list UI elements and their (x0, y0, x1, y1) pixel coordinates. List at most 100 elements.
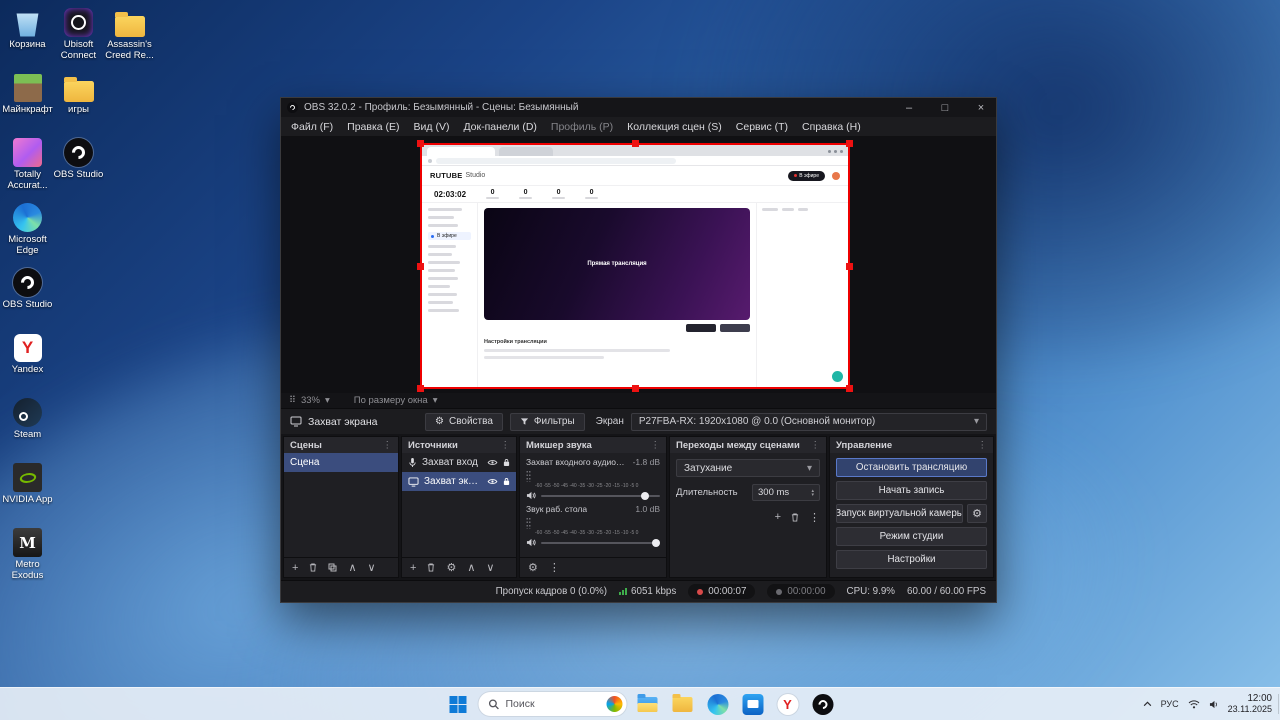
dock-menu-icon[interactable]: ⋮ (651, 440, 661, 451)
virtual-camera-settings-button[interactable]: ⚙ (967, 504, 987, 523)
filters-button[interactable]: Фильтры (510, 413, 585, 431)
taskbar-icon-edge[interactable] (704, 690, 732, 718)
resize-handle[interactable] (417, 385, 424, 392)
taskbar-icon-folder[interactable] (669, 690, 697, 718)
speaker-icon[interactable] (526, 538, 536, 547)
menu-scene-collection[interactable]: Коллекция сцен (S) (620, 121, 729, 133)
language-indicator[interactable]: РУС (1161, 699, 1179, 709)
properties-button[interactable]: ⚙ Свойства (425, 413, 503, 431)
menu-docks[interactable]: Док-панели (D) (456, 121, 543, 133)
controls-dock-header[interactable]: Управление ⋮ (830, 437, 993, 453)
volume-knob[interactable] (641, 492, 649, 500)
desktop-icon-steam[interactable]: Steam (2, 397, 53, 462)
add-source-button[interactable]: + (410, 562, 416, 574)
menu-help[interactable]: Справка (H) (795, 121, 868, 133)
source-item-audio[interactable]: Захват вход (402, 453, 516, 472)
source-down-button[interactable]: ∨ (486, 561, 494, 574)
scenes-dock-header[interactable]: Сцены ⋮ (284, 437, 398, 453)
dock-menu-icon[interactable]: ⋮ (811, 440, 821, 451)
source-up-button[interactable]: ∧ (467, 561, 475, 574)
zoom-level[interactable]: 33% (301, 395, 320, 406)
selected-source[interactable]: Захват экрана (290, 416, 418, 428)
sources-dock-header[interactable]: Источники ⋮ (402, 437, 516, 453)
start-button[interactable] (444, 690, 472, 718)
desktop-icon-yandex[interactable]: YYandex (2, 332, 53, 397)
source-item-display[interactable]: Захват экран (402, 472, 516, 491)
volume-slider[interactable] (541, 495, 660, 497)
close-button[interactable]: × (966, 98, 996, 117)
speaker-icon[interactable] (526, 491, 536, 500)
tray-chevron-up-icon[interactable] (1143, 701, 1152, 707)
volume-icon[interactable] (1209, 700, 1219, 709)
volume-slider[interactable] (541, 542, 660, 544)
visibility-icon[interactable] (487, 478, 498, 485)
scene-up-button[interactable]: ∧ (348, 561, 356, 574)
settings-button[interactable]: Настройки (836, 550, 987, 569)
duplicate-scene-button[interactable] (328, 563, 337, 572)
taskbar-icon-store[interactable] (739, 690, 767, 718)
source-properties-button[interactable]: ⚙ (446, 561, 456, 574)
menu-view[interactable]: Вид (V) (407, 121, 457, 133)
add-scene-button[interactable]: + (292, 562, 298, 574)
minimize-button[interactable]: – (894, 98, 924, 117)
desktop-icon-totally-accurate[interactable]: Totally Accurat... (2, 137, 53, 202)
resize-handle[interactable] (846, 140, 853, 147)
preview-canvas[interactable]: RUTUBE Studio В эфире 02:03:02 0 0 0 0 (281, 137, 996, 408)
resize-handle[interactable] (417, 140, 424, 147)
remove-scene-button[interactable] (309, 563, 317, 572)
virtual-camera-button[interactable]: Запуск виртуальной камеры (836, 504, 963, 523)
desktop-icon-obs-studio-2[interactable]: OBS Studio (2, 267, 53, 332)
resize-handle[interactable] (632, 140, 639, 147)
taskbar-search[interactable]: Поиск (479, 692, 627, 716)
lock-icon[interactable] (503, 477, 510, 486)
lock-icon[interactable] (503, 458, 510, 467)
remove-source-button[interactable] (427, 563, 435, 572)
transitions-dock-header[interactable]: Переходы между сценами ⋮ (670, 437, 826, 453)
taskbar-clock[interactable]: 12:00 23.11.2025 (1228, 693, 1272, 715)
menu-tools[interactable]: Сервис (T) (729, 121, 795, 133)
mixer-settings-button[interactable]: ⚙ (528, 561, 538, 574)
screen-capture-region[interactable]: RUTUBE Studio В эфире 02:03:02 0 0 0 0 (420, 143, 850, 389)
desktop-icon-assassins-creed[interactable]: Assassin's Creed Re... (104, 7, 155, 72)
desktop-icon-minecraft[interactable]: Майнкрафт (2, 72, 53, 137)
mixer-dock-header[interactable]: Микшер звука ⋮ (520, 437, 666, 453)
volume-knob[interactable] (652, 539, 660, 547)
desktop-icon-nvidia-app[interactable]: NVIDIA App (2, 462, 53, 527)
desktop-icon-ubisoft-connect[interactable]: Ubisoft Connect (53, 7, 104, 72)
desktop-icon-games-folder[interactable]: игры (53, 72, 104, 137)
add-transition-button[interactable]: + (775, 511, 781, 524)
obs-titlebar[interactable]: OBS 32.0.2 - Профиль: Безымянный - Сцены… (281, 98, 996, 117)
dock-menu-icon[interactable]: ⋮ (383, 440, 393, 451)
transition-select[interactable]: Затухание ▾ (676, 459, 820, 477)
desktop-icon-microsoft-edge[interactable]: Microsoft Edge (2, 202, 53, 267)
mixer-menu-button[interactable]: ⋮ (549, 561, 560, 574)
screen-select[interactable]: P27FBA-RX: 1920x1080 @ 0.0 (Основной мон… (631, 413, 987, 431)
scene-item[interactable]: Сцена (284, 453, 398, 472)
desktop-icon-recycle-bin[interactable]: Корзина (2, 7, 53, 72)
fit-mode[interactable]: По размеру окна (354, 395, 428, 406)
dock-menu-icon[interactable]: ⋮ (978, 440, 988, 451)
desktop-icon-obs-studio[interactable]: OBS Studio (53, 137, 104, 202)
taskbar-icon-yandex[interactable]: Y (774, 690, 802, 718)
desktop-icon-metro-exodus[interactable]: MMetro Exodus (2, 527, 53, 592)
menu-profile[interactable]: Профиль (P) (544, 121, 620, 133)
resize-handle[interactable] (417, 263, 424, 270)
resize-handle[interactable] (632, 385, 639, 392)
dock-menu-icon[interactable]: ⋮ (501, 440, 511, 451)
duration-spinner[interactable]: 300 ms ▴▾ (752, 484, 820, 501)
taskbar-icon-obs[interactable] (809, 690, 837, 718)
scene-down-button[interactable]: ∨ (368, 561, 376, 574)
transition-menu-button[interactable]: ⋮ (809, 511, 820, 524)
taskbar-icon-explorer[interactable] (634, 690, 662, 718)
menu-edit[interactable]: Правка (E) (340, 121, 406, 133)
wifi-icon[interactable] (1188, 700, 1200, 709)
start-recording-button[interactable]: Начать запись (836, 481, 987, 500)
maximize-button[interactable]: □ (930, 98, 960, 117)
visibility-icon[interactable] (487, 459, 498, 466)
spin-down-icon[interactable]: ▾ (811, 493, 814, 497)
remove-transition-button[interactable] (791, 511, 799, 524)
stop-streaming-button[interactable]: Остановить трансляцию (836, 458, 987, 477)
menu-file[interactable]: Файл (F) (284, 121, 340, 133)
steam-icon (12, 397, 43, 428)
studio-mode-button[interactable]: Режим студии (836, 527, 987, 546)
